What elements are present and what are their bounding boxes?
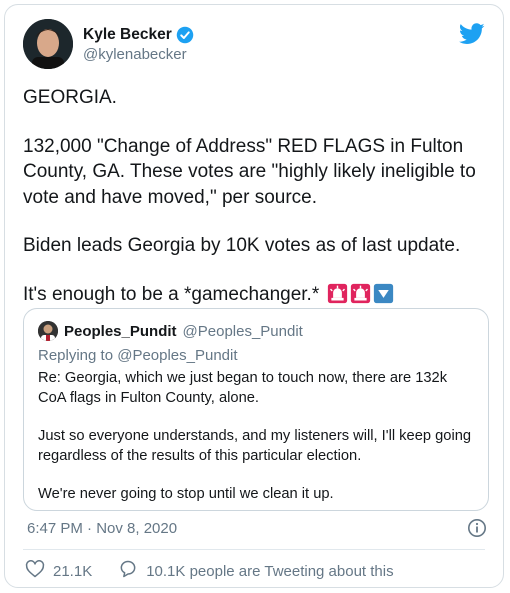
quoted-paragraph: We're never going to stop until we clean… xyxy=(38,486,334,502)
quoted-paragraph: Re: Georgia, which we just began to touc… xyxy=(38,370,448,406)
tweet-card: Kyle Becker @kylenabecker GEORGIA. 132,0… xyxy=(4,4,504,588)
police-car-light-icon xyxy=(327,283,348,304)
like-button[interactable]: 21.1K xyxy=(25,559,92,583)
tweet-paragraph: GEORGIA. xyxy=(23,87,117,108)
tweeting-about-text: 10.1K people are Tweeting about this xyxy=(146,562,394,580)
speech-bubble-icon xyxy=(118,559,138,583)
tweet-paragraph: Biden leads Georgia by 10K votes as of l… xyxy=(23,235,461,256)
tweet-actions: 21.1K 10.1K people are Tweeting about th… xyxy=(25,559,420,583)
quoted-tweet-header: Peoples_Pundit @Peoples_Pundit xyxy=(38,321,303,341)
conversation-button[interactable]: 10.1K people are Tweeting about this xyxy=(118,559,394,583)
quoted-author-handle[interactable]: @Peoples_Pundit xyxy=(183,323,303,340)
tweet-paragraph-text: It's enough to be a *gamechanger.* xyxy=(23,283,320,305)
tweet-header: Kyle Becker @kylenabecker xyxy=(23,19,485,73)
down-arrow-button-icon xyxy=(373,283,394,304)
tweet-timestamp[interactable]: 6:47 PM · Nov 8, 2020 xyxy=(27,520,177,537)
divider xyxy=(23,549,485,550)
replying-to[interactable]: Replying to @Peoples_Pundit xyxy=(38,347,238,364)
twitter-bird-icon[interactable] xyxy=(458,23,485,45)
tweet-paragraph: 132,000 "Change of Address" RED FLAGS in… xyxy=(23,135,482,208)
heart-icon xyxy=(25,559,45,583)
avatar[interactable] xyxy=(23,19,73,69)
author-names: Kyle Becker @kylenabecker xyxy=(83,25,194,65)
author-name[interactable]: Kyle Becker xyxy=(83,25,172,45)
author-display-name[interactable]: Kyle Becker xyxy=(83,25,194,45)
like-count: 21.1K xyxy=(53,562,93,580)
tweet-paragraph-last: It's enough to be a *gamechanger.* xyxy=(23,282,483,308)
police-car-light-icon xyxy=(350,283,371,304)
info-icon[interactable] xyxy=(467,518,487,538)
quoted-tweet[interactable]: Peoples_Pundit @Peoples_Pundit Replying … xyxy=(23,308,489,511)
quoted-author-name[interactable]: Peoples_Pundit xyxy=(64,323,177,340)
verified-badge-icon xyxy=(176,26,194,44)
quoted-avatar[interactable] xyxy=(38,321,58,341)
tweet-body: GEORGIA. 132,000 "Change of Address" RED… xyxy=(23,85,483,307)
quoted-tweet-body: Re: Georgia, which we just began to touc… xyxy=(38,369,478,505)
author-handle[interactable]: @kylenabecker xyxy=(83,45,194,65)
quoted-paragraph: Just so everyone understands, and my lis… xyxy=(38,428,472,464)
